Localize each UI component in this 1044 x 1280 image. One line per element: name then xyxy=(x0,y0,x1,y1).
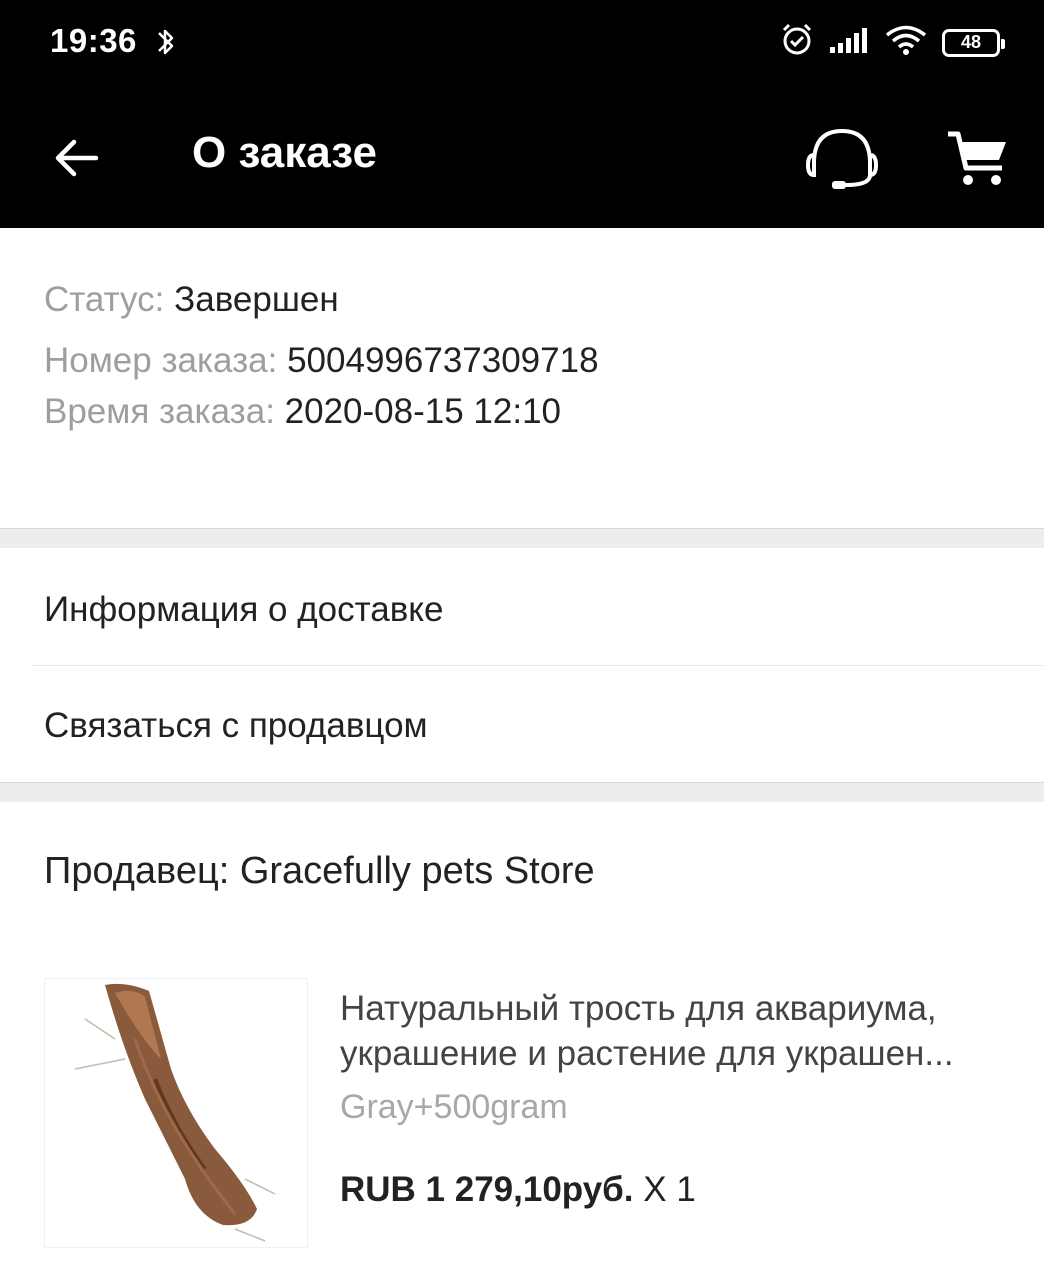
back-arrow-icon xyxy=(55,139,99,177)
status-label: Статус: xyxy=(44,280,175,319)
contact-seller-label: Связаться с продавцом xyxy=(44,706,428,745)
order-time-value: 2020-08-15 12:10 xyxy=(284,392,561,431)
wifi-icon xyxy=(884,24,928,61)
support-button[interactable] xyxy=(800,120,884,196)
order-number-label: Номер заказа: xyxy=(44,341,288,380)
product-title-line: украшение и растение для украшен... xyxy=(340,1034,954,1073)
contact-seller-item[interactable]: Связаться с продавцом xyxy=(0,666,1044,782)
signal-icon xyxy=(828,25,870,60)
clock: 19:36 xyxy=(50,22,137,59)
order-info-section: Статус: Завершен Номер заказа: 500499673… xyxy=(0,228,1044,528)
status-value: Завершен xyxy=(174,280,339,319)
battery-level: 48 xyxy=(960,32,982,52)
product-title-line: Натуральный трость для аквариума, xyxy=(340,989,937,1028)
order-number: Номер заказа: 5004996737309718 xyxy=(44,341,599,381)
product-image[interactable] xyxy=(44,978,308,1248)
delivery-info-item[interactable]: Информация о доставке xyxy=(0,548,1044,664)
product-price: RUB 1 279,10руб. xyxy=(340,1170,634,1209)
order-time: Время заказа: 2020-08-15 12:10 xyxy=(44,392,561,432)
cart-button[interactable] xyxy=(940,120,1016,196)
product-quantity: X 1 xyxy=(633,1170,696,1209)
seller-name[interactable]: Продавец: Gracefully pets Store xyxy=(44,850,595,893)
status-icons: 48 xyxy=(780,22,1005,63)
product-title[interactable]: Натуральный трость для аквариума, украше… xyxy=(340,986,1005,1076)
page-title: О заказе xyxy=(192,128,378,177)
delivery-info-label: Информация о доставке xyxy=(44,590,444,629)
product-price-row: RUB 1 279,10руб. X 1 xyxy=(340,1170,696,1210)
section-divider xyxy=(0,782,1044,802)
bluetooth-icon xyxy=(155,24,177,65)
back-button[interactable] xyxy=(48,130,104,186)
order-time-label: Время заказа: xyxy=(44,392,285,431)
section-divider xyxy=(0,528,1044,548)
alarm-icon xyxy=(780,22,814,63)
battery-icon: 48 xyxy=(942,28,1005,57)
headset-icon xyxy=(805,128,879,189)
cart-icon xyxy=(948,131,1006,185)
product-variant: Gray+500gram xyxy=(340,1088,568,1126)
status-bar: 19:36 48 xyxy=(0,0,1044,88)
order-status: Статус: Завершен xyxy=(44,280,339,320)
app-bar: О заказе xyxy=(0,88,1044,228)
order-number-value[interactable]: 5004996737309718 xyxy=(287,341,598,380)
